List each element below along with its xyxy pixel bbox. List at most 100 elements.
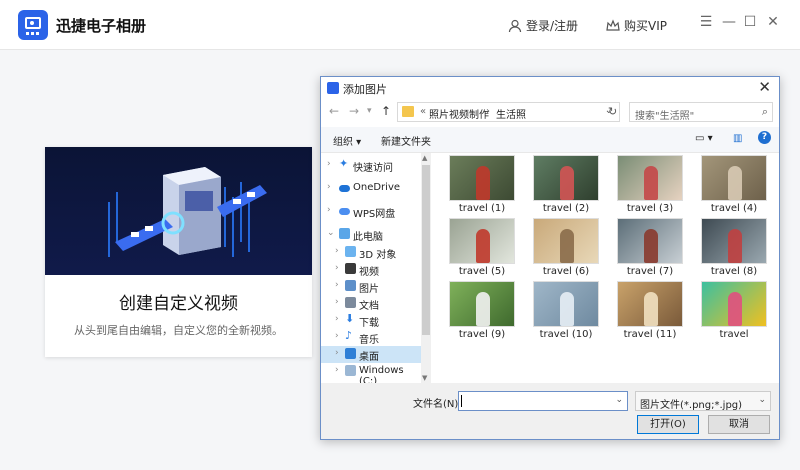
dialog-title: 添加图片 bbox=[343, 83, 387, 96]
up-arrow-icon[interactable]: ↑ bbox=[381, 104, 391, 118]
file-name-label[interactable]: travel (11) bbox=[617, 329, 683, 340]
file-name-label[interactable]: travel (9) bbox=[449, 329, 515, 340]
app-logo-icon bbox=[18, 10, 48, 40]
file-thumbnail[interactable] bbox=[617, 281, 683, 327]
tree-item-onedrive[interactable]: › OneDrive bbox=[321, 180, 421, 197]
maximize-icon[interactable]: ☐ bbox=[740, 14, 760, 30]
menu-icon[interactable]: ☰ bbox=[696, 14, 716, 30]
file-name-label[interactable]: travel (7) bbox=[617, 266, 683, 277]
breadcrumb-item-life-photos[interactable]: 生活照 bbox=[496, 106, 526, 121]
crown-icon bbox=[606, 18, 620, 31]
filename-label: 文件名(N): bbox=[413, 399, 462, 410]
navigation-tree: › ✦ 快速访问 › OneDrive › WPS网盘 ⌄ 此电脑 › 3D 对象 › 视频 … bbox=[321, 153, 431, 383]
photo-subject bbox=[560, 229, 574, 263]
file-thumbnail[interactable] bbox=[533, 155, 599, 201]
search-placeholder: 搜索"生活照" bbox=[635, 111, 695, 122]
search-box[interactable]: 搜索"生活照" ⌕ bbox=[629, 102, 773, 122]
tree-item-videos[interactable]: › 视频 bbox=[321, 261, 421, 278]
tree-item-windows-c[interactable]: › Windows (C:) bbox=[321, 363, 421, 383]
search-icon[interactable]: ⌕ bbox=[762, 105, 768, 119]
photo-subject bbox=[644, 166, 658, 200]
new-folder-button[interactable]: 新建文件夹 bbox=[381, 133, 431, 148]
navigation-row: ← → ▾ ↑ « 照片视频制作 › 生活照 ⌄ ↻ 搜索"生活照" ⌕ bbox=[321, 99, 779, 127]
file-thumbnail[interactable] bbox=[449, 155, 515, 201]
view-options-icon[interactable]: ▭ ▾ bbox=[695, 133, 713, 144]
filetype-value: 图片文件(*.png;*.jpg) bbox=[640, 400, 743, 411]
file-name-label[interactable]: travel (6) bbox=[533, 266, 599, 277]
file-name-label[interactable]: travel (4) bbox=[701, 203, 767, 214]
login-button[interactable]: 登录/注册 bbox=[508, 17, 578, 34]
picture-icon bbox=[345, 280, 356, 291]
file-thumbnail[interactable] bbox=[701, 281, 767, 327]
file-thumbnail[interactable] bbox=[533, 281, 599, 327]
file-name-label[interactable]: travel bbox=[701, 329, 767, 340]
photo-subject bbox=[476, 166, 490, 200]
file-name-label[interactable]: travel (3) bbox=[617, 203, 683, 214]
tree-item-quick-access[interactable]: › ✦ 快速访问 bbox=[321, 157, 421, 174]
file-name-label[interactable]: travel (8) bbox=[701, 266, 767, 277]
forward-arrow-icon[interactable]: → bbox=[349, 104, 359, 118]
file-thumbnail[interactable] bbox=[701, 155, 767, 201]
tree-item-wps-drive[interactable]: › WPS网盘 bbox=[321, 203, 421, 220]
cloud-icon bbox=[339, 185, 350, 192]
file-name-label[interactable]: travel (5) bbox=[449, 266, 515, 277]
tree-item-this-pc[interactable]: ⌄ 此电脑 bbox=[321, 226, 421, 243]
tree-scrollbar[interactable]: ▲ ▼ bbox=[421, 153, 431, 383]
dialog-close-icon[interactable]: ✕ bbox=[758, 78, 771, 96]
file-name-label[interactable]: travel (2) bbox=[533, 203, 599, 214]
file-thumbnail[interactable] bbox=[617, 155, 683, 201]
back-arrow-icon[interactable]: ← bbox=[329, 104, 339, 118]
card-banner-image bbox=[45, 147, 312, 275]
photo-subject bbox=[560, 292, 574, 326]
preview-pane-icon[interactable]: ▥ bbox=[733, 133, 742, 144]
top-bar: 迅捷电子相册 登录/注册 购买VIP ☰ — ☐ ✕ bbox=[0, 0, 800, 50]
card-subtitle: 从头到尾自由编辑，自定义您的全新视频。 bbox=[74, 324, 283, 337]
recent-dropdown-icon[interactable]: ▾ bbox=[367, 106, 372, 116]
file-thumbnail[interactable] bbox=[617, 218, 683, 264]
tree-item-desktop[interactable]: › 桌面 bbox=[321, 346, 421, 363]
file-thumbnail[interactable] bbox=[449, 218, 515, 264]
tree-item-pictures[interactable]: › 图片 bbox=[321, 278, 421, 295]
address-bar[interactable]: « 照片视频制作 › 生活照 ⌄ bbox=[397, 102, 620, 122]
filename-input[interactable]: ⌄ bbox=[458, 391, 628, 411]
create-custom-video-card[interactable]: 创建自定义视频 从头到尾自由编辑，自定义您的全新视频。 bbox=[45, 147, 312, 357]
filename-dropdown-icon[interactable]: ⌄ bbox=[615, 395, 623, 405]
app-window: 迅捷电子相册 登录/注册 购买VIP ☰ — ☐ ✕ 创建自定义视频 从头到尾自… bbox=[0, 0, 800, 470]
close-icon[interactable]: ✕ bbox=[763, 14, 783, 30]
card-title: 创建自定义视频 bbox=[119, 294, 238, 314]
download-icon: ⬇ bbox=[345, 312, 355, 325]
file-thumbnail[interactable] bbox=[449, 281, 515, 327]
file-grid: travel (1) travel (2) travel (3) travel (4)… bbox=[435, 153, 779, 383]
organize-button[interactable]: 组织 ▾ bbox=[333, 133, 361, 148]
folder-icon bbox=[402, 106, 414, 117]
file-thumbnail[interactable] bbox=[533, 218, 599, 264]
tree-item-downloads[interactable]: › ⬇ 下载 bbox=[321, 312, 421, 329]
breadcrumb-overflow[interactable]: « bbox=[420, 106, 426, 117]
file-thumbnail[interactable] bbox=[701, 218, 767, 264]
tree-item-documents[interactable]: › 文档 bbox=[321, 295, 421, 312]
tree-item-3d-objects[interactable]: › 3D 对象 bbox=[321, 244, 421, 261]
user-icon bbox=[508, 19, 522, 32]
tree-item-music[interactable]: › ♪ 音乐 bbox=[321, 329, 421, 346]
drive-icon bbox=[345, 365, 356, 376]
cancel-button[interactable]: 取消 bbox=[708, 415, 770, 434]
file-name-label[interactable]: travel (1) bbox=[449, 203, 515, 214]
buy-vip-button[interactable]: 购买VIP bbox=[606, 17, 667, 34]
tree-scrollbar-thumb[interactable] bbox=[422, 165, 430, 335]
photo-subject bbox=[644, 292, 658, 326]
filetype-dropdown-icon: ⌄ bbox=[758, 395, 766, 405]
photo-subject bbox=[644, 229, 658, 263]
help-icon[interactable]: ? bbox=[758, 131, 771, 144]
star-icon: ✦ bbox=[339, 157, 349, 170]
file-name-label[interactable]: travel (10) bbox=[533, 329, 599, 340]
photo-subject bbox=[728, 229, 742, 263]
photo-subject bbox=[476, 229, 490, 263]
filetype-select[interactable]: 图片文件(*.png;*.jpg) ⌄ bbox=[635, 391, 771, 411]
refresh-icon[interactable]: ↻ bbox=[608, 105, 617, 118]
open-button[interactable]: 打开(O) bbox=[637, 415, 699, 434]
cloud-icon bbox=[339, 208, 350, 215]
photo-subject bbox=[728, 166, 742, 200]
breadcrumb-item-photo-video[interactable]: 照片视频制作 bbox=[429, 106, 489, 121]
minimize-icon[interactable]: — bbox=[719, 14, 739, 30]
add-picture-dialog: 添加图片 ✕ ← → ▾ ↑ « 照片视频制作 › 生活照 ⌄ ↻ 搜索"生活照… bbox=[320, 76, 780, 440]
